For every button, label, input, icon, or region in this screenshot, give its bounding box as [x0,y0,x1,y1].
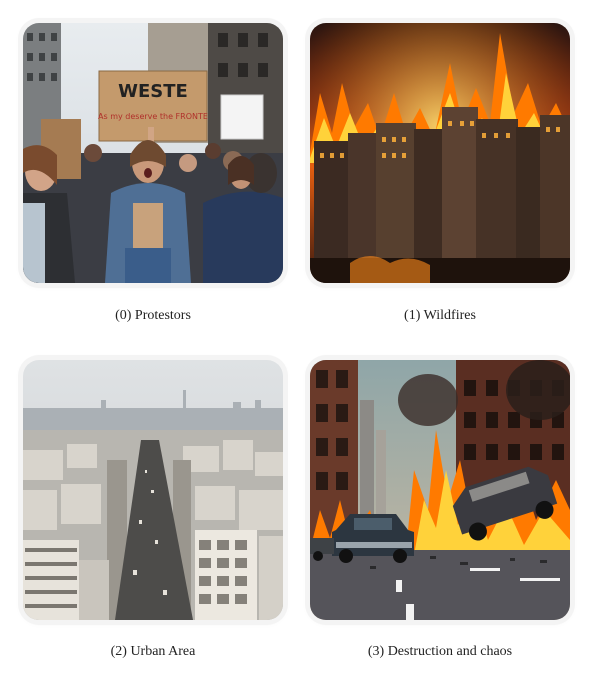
protestors-image: WESTE As my deserve the FRONTE [23,23,283,283]
image-card-destruction[interactable] [310,360,570,620]
destruction-image [310,360,570,620]
image-card-urban-area[interactable] [23,360,283,620]
wildfires-image [310,23,570,283]
sign-text: WESTE [118,81,188,102]
image-card-protestors[interactable]: WESTE As my deserve the FRONTE [23,23,283,283]
caption-protestors: (0) Protestors [115,308,191,323]
caption-wildfires: (1) Wildfires [404,308,476,323]
caption-destruction: (3) Destruction and chaos [367,644,513,659]
sign-subtext: As my deserve the FRONTE [98,112,208,121]
image-card-wildfires[interactable] [310,23,570,283]
caption-urban-area: (2) Urban Area [110,644,196,659]
urban-area-image [23,360,283,620]
